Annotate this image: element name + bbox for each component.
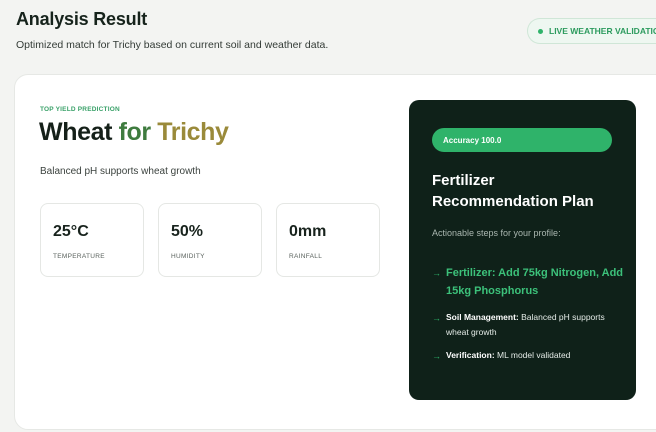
prediction-eyebrow: TOP YIELD PREDICTION xyxy=(40,106,120,113)
plan-step-text: Fertilizer: Add 75kg Nitrogen, Add 15kg … xyxy=(446,267,624,297)
live-weather-badge: LIVE WEATHER VALIDATION xyxy=(527,18,656,44)
status-dot-icon xyxy=(538,28,543,34)
stat-card-temperature: 25°C TEMPERATURE xyxy=(40,203,144,277)
stat-value: 0mm xyxy=(289,223,327,240)
arrow-right-icon: → xyxy=(432,351,441,361)
live-weather-label: LIVE WEATHER VALIDATION xyxy=(549,26,656,36)
plan-step-key: Verification: xyxy=(446,350,495,360)
crop-name: Wheat xyxy=(39,118,113,146)
plan-step-fertilizer: → Fertilizer: Add 75kg Nitrogen, Add 15k… xyxy=(432,264,627,300)
page-title: Analysis Result xyxy=(16,9,148,29)
plan-step-text: Soil Management: Balanced pH supports wh… xyxy=(446,310,627,340)
plan-step-key: Soil Management: xyxy=(446,312,519,322)
fertilizer-plan-panel: Accuracy 100.0 Fertilizer Recommendation… xyxy=(409,100,636,400)
plan-step-text: Verification: ML model validated xyxy=(446,348,627,364)
plan-step-soil: → Soil Management: Balanced pH supports … xyxy=(432,310,627,340)
plan-step-verification: → Verification: ML model validated xyxy=(432,348,627,364)
page-subtitle: Optimized match for Trichy based on curr… xyxy=(16,39,329,51)
plan-title: Fertilizer Recommendation Plan xyxy=(432,172,594,210)
plan-subtitle: Actionable steps for your profile: xyxy=(432,228,561,238)
crop-title: Wheat for Trichy xyxy=(39,118,229,147)
stat-value: 25°C xyxy=(53,223,89,240)
stat-label: TEMPERATURE xyxy=(53,253,105,260)
stat-label: RAINFALL xyxy=(289,253,323,260)
stat-label: HUMIDITY xyxy=(171,253,205,260)
analysis-page: Analysis Result Optimized match for Tric… xyxy=(0,0,656,432)
stat-value: 50% xyxy=(171,223,204,240)
arrow-right-icon: → xyxy=(432,313,441,323)
arrow-right-icon: → xyxy=(432,268,441,278)
accuracy-badge: Accuracy 100.0 xyxy=(432,128,612,152)
plan-step-detail: ML model validated xyxy=(494,350,571,360)
stat-card-rainfall: 0mm RAINFALL xyxy=(276,203,380,277)
stat-card-humidity: 50% HUMIDITY xyxy=(158,203,262,277)
crop-location: Trichy xyxy=(157,118,229,146)
crop-connector: for xyxy=(118,118,152,146)
prediction-reason: Balanced pH supports wheat growth xyxy=(40,166,201,177)
